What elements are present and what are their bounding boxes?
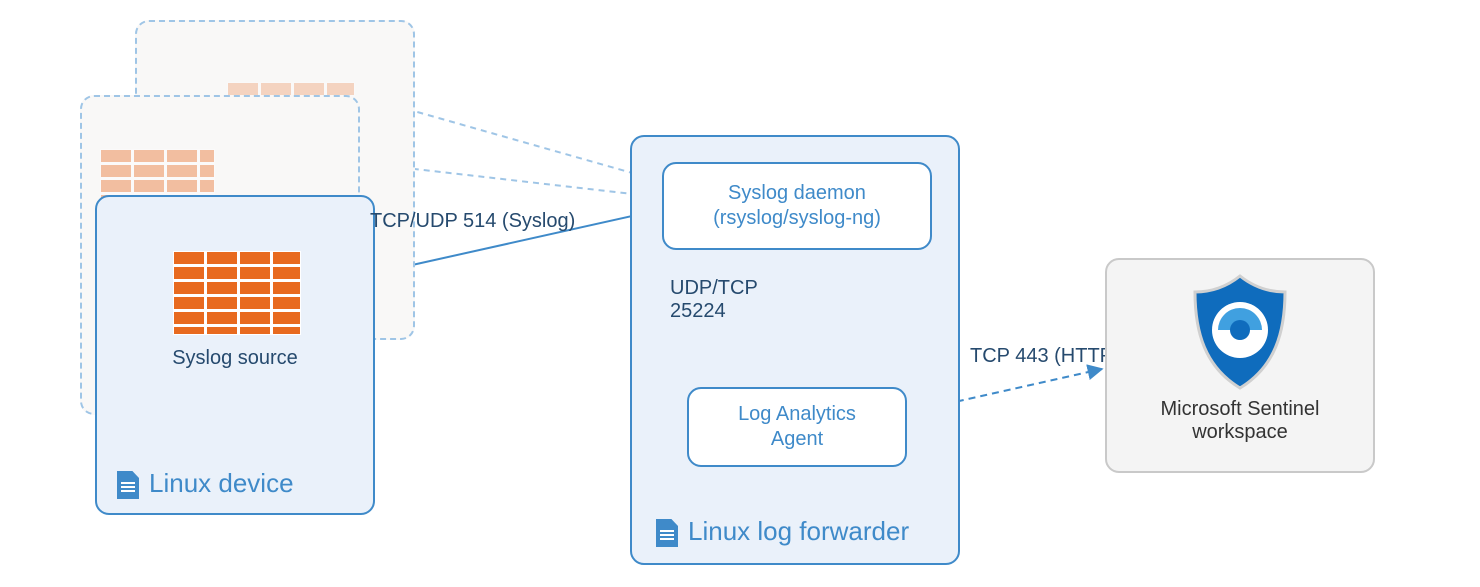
arrow-ghost-2 [380, 165, 650, 196]
syslog-daemon-node: Syslog daemon (rsyslog/syslog-ng) [662, 162, 932, 250]
document-icon [656, 519, 678, 547]
linux-log-forwarder-title: Linux log forwarder [688, 516, 909, 547]
arrow-label-syslog: TCP/UDP 514 (Syslog) [370, 210, 575, 233]
linux-device: Syslog source Linux device [95, 195, 375, 515]
linux-log-forwarder: Syslog daemon (rsyslog/syslog-ng) Log An… [630, 135, 960, 565]
syslog-daemon-text1: Syslog daemon [713, 181, 881, 206]
document-icon [117, 471, 139, 499]
firewall-icon [173, 251, 301, 335]
sentinel-label-1: Microsoft Sentinel [1107, 398, 1373, 421]
la-agent-text1: Log Analytics [738, 402, 856, 427]
la-agent-text2: Agent [738, 427, 856, 452]
linux-device-title: Linux device [149, 468, 294, 499]
syslog-daemon-text2: (rsyslog/syslog-ng) [713, 206, 881, 231]
syslog-source-label: Syslog source [97, 347, 373, 370]
internal-port-label-1: UDP/TCP [670, 277, 758, 300]
internal-port-label-2: 25224 [670, 300, 758, 323]
sentinel-shield-icon [1185, 272, 1295, 392]
microsoft-sentinel-workspace: Microsoft Sentinel workspace [1105, 258, 1375, 473]
log-analytics-agent-node: Log Analytics Agent [687, 387, 907, 467]
arrow-ghost-1 [375, 100, 650, 178]
sentinel-label-2: workspace [1107, 421, 1373, 444]
